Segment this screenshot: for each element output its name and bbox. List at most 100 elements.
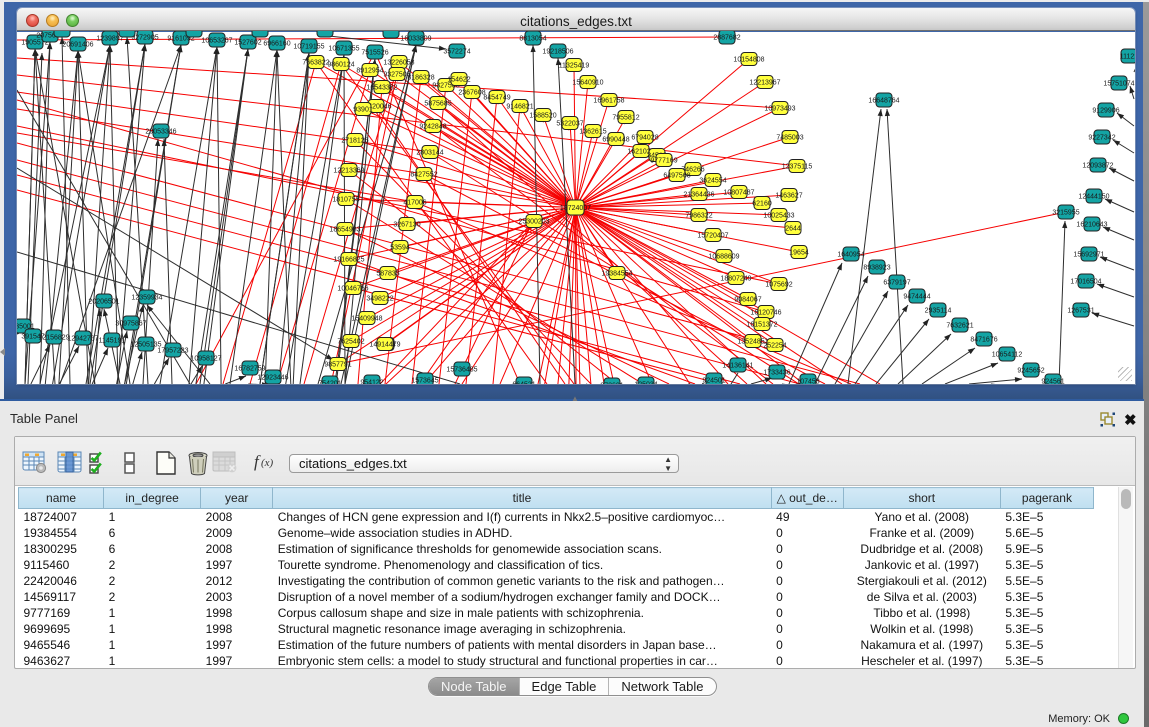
svg-text:10807487: 10807487 [723, 190, 754, 197]
svg-text:62160: 62160 [752, 201, 772, 208]
svg-text:12444150: 12444150 [1078, 194, 1109, 201]
svg-text:10688609: 10688609 [708, 254, 739, 261]
svg-text:9860124: 9860124 [327, 62, 354, 69]
svg-text:12213967: 12213967 [749, 80, 780, 87]
svg-text:18807249: 18807249 [720, 276, 751, 283]
svg-text:664521: 664521 [512, 382, 535, 385]
svg-text:12213369: 12213369 [333, 168, 364, 175]
svg-text:9242848: 9242848 [419, 124, 446, 131]
svg-text:15692971: 15692971 [1073, 252, 1104, 259]
svg-text:2887682: 2887682 [713, 35, 740, 42]
svg-text:11122: 11122 [1120, 54, 1135, 61]
svg-text:15640910: 15640910 [572, 80, 603, 87]
svg-text:30975867: 30975867 [115, 321, 146, 328]
svg-text:9857791: 9857791 [324, 362, 351, 369]
svg-text:6497568: 6497568 [663, 173, 690, 180]
svg-text:7955812: 7955812 [612, 115, 639, 122]
svg-text:7986322: 7986322 [685, 213, 712, 220]
svg-text:12923446: 12923446 [257, 375, 288, 382]
svg-text:10154808: 10154808 [733, 57, 764, 64]
svg-text:21364436: 21364436 [683, 192, 714, 199]
svg-text:20691406: 20691406 [62, 42, 93, 49]
svg-text:8454749: 8454749 [483, 95, 510, 102]
svg-text:9777169: 9777169 [650, 158, 677, 165]
svg-text:154622: 154622 [447, 77, 470, 84]
svg-text:5322037: 5322037 [556, 121, 583, 128]
svg-text:16033809: 16033809 [400, 36, 431, 43]
svg-text:2367608: 2367608 [458, 90, 485, 97]
svg-text:16543382: 16543382 [366, 85, 397, 92]
svg-text:14914479: 14914479 [369, 342, 400, 349]
svg-text:14136141: 14136141 [722, 363, 753, 370]
svg-text:7515526: 7515526 [361, 50, 388, 57]
svg-text:15409948: 15409948 [351, 316, 382, 323]
svg-text:19384554: 19384554 [601, 271, 632, 278]
svg-text:10958127: 10958127 [190, 356, 221, 363]
svg-text:16120746: 16120746 [750, 310, 781, 317]
svg-text:587833: 587833 [376, 271, 399, 278]
svg-text:924501: 924501 [702, 378, 725, 385]
svg-text:10653267: 10653267 [201, 38, 232, 45]
svg-text:17957223: 17957223 [157, 348, 188, 355]
svg-text:7632621: 7632621 [946, 323, 973, 330]
svg-text:19654: 19654 [789, 250, 809, 257]
svg-text:12359934: 12359934 [131, 295, 162, 302]
svg-text:17016504: 17016504 [1070, 279, 1101, 286]
svg-text:8938923: 8938923 [863, 265, 890, 272]
svg-text:10025433: 10025433 [763, 213, 794, 220]
svg-text:2935114: 2935114 [925, 308, 952, 315]
svg-text:10654112: 10654112 [992, 352, 1023, 359]
svg-text:2644: 2644 [785, 226, 801, 233]
svg-text:10046766: 10046766 [337, 286, 368, 293]
svg-text:954122: 954122 [360, 380, 383, 385]
svg-text:1362615: 1362615 [579, 129, 606, 136]
svg-text:754201: 754201 [318, 381, 341, 385]
svg-text:9084067: 9084067 [734, 297, 761, 304]
svg-text:19218506: 19218506 [542, 49, 573, 56]
svg-text:12156829: 12156829 [38, 335, 69, 342]
svg-text:16210643: 16210643 [1076, 222, 1107, 229]
svg-text:2718126: 2718126 [341, 138, 368, 145]
svg-text:18724007: 18724007 [560, 205, 591, 212]
svg-text:9146821: 9146821 [506, 104, 533, 111]
svg-text:25300203: 25300203 [518, 219, 549, 226]
svg-text:12093872: 12093872 [1082, 163, 1113, 170]
svg-text:(x): (x) [261, 457, 274, 469]
svg-text:19166825: 19166825 [333, 257, 364, 264]
svg-text:9272905: 9272905 [131, 35, 158, 42]
svg-text:15720407: 15720407 [697, 233, 728, 240]
svg-text:13226058: 13226058 [383, 60, 414, 67]
svg-text:6379197: 6379197 [883, 280, 910, 287]
svg-text:7625402: 7625402 [337, 339, 364, 346]
svg-text:10973493: 10973493 [764, 106, 795, 113]
svg-text:3624554: 3624554 [699, 178, 726, 185]
svg-text:53594: 53594 [390, 245, 410, 252]
svg-text:7485003: 7485003 [776, 135, 803, 142]
svg-text:9227342: 9227342 [1088, 135, 1115, 142]
svg-text:8912954: 8912954 [356, 68, 383, 75]
svg-text:924561: 924561 [1041, 379, 1064, 385]
svg-text:872601: 872601 [600, 383, 623, 385]
svg-text:1075692: 1075692 [765, 282, 792, 289]
svg-text:15751074: 15751074 [1103, 81, 1134, 88]
svg-text:11325419: 11325419 [559, 63, 590, 70]
svg-text:15736485: 15736485 [446, 367, 477, 374]
svg-text:9474444: 9474444 [903, 294, 930, 301]
svg-text:16961758: 16961758 [593, 98, 624, 105]
svg-text:6794028: 6794028 [631, 135, 658, 142]
svg-text:417006: 417006 [403, 200, 426, 207]
svg-text:1588520: 1588520 [529, 113, 556, 120]
svg-text:3215955: 3215955 [1052, 210, 1079, 217]
svg-text:1463627: 1463627 [775, 193, 802, 200]
svg-text:8186328: 8186328 [407, 75, 434, 82]
svg-text:3267130: 3267130 [393, 222, 420, 229]
svg-text:9129906: 9129906 [1092, 108, 1119, 115]
svg-text:3498222: 3498222 [366, 296, 393, 303]
svg-text:9245652: 9245652 [1017, 368, 1044, 375]
svg-text:16648764: 16648764 [868, 98, 899, 105]
svg-text:5875685: 5875685 [424, 101, 451, 108]
svg-text:7663822: 7663822 [302, 60, 329, 67]
svg-text:20206501: 20206501 [88, 299, 119, 306]
svg-text:1810755: 1810755 [332, 197, 359, 204]
svg-text:1733436: 1733436 [763, 370, 790, 377]
